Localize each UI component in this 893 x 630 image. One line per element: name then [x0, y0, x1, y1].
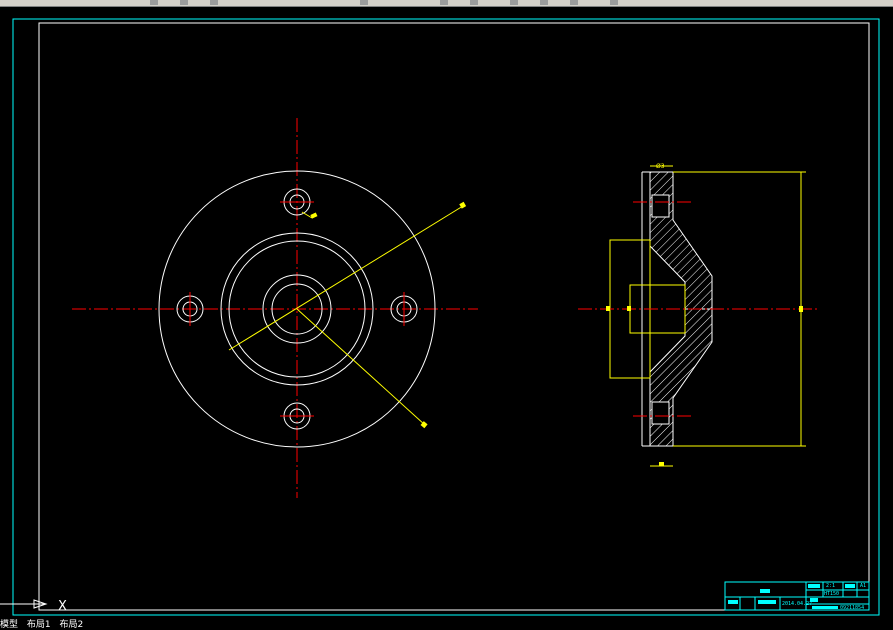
title-scale: 2:1 — [826, 583, 835, 589]
section-bolt-gap-top — [651, 194, 670, 218]
title-number: 09211854 — [840, 605, 864, 611]
title-sheet: A1 — [860, 583, 866, 589]
section-bolt-gap-bottom — [651, 401, 670, 425]
toolbar-icon[interactable] — [470, 0, 478, 5]
section-hatch-lower — [649, 308, 713, 447]
section-centerlines — [578, 201, 820, 417]
diameter-leader-2 — [296, 308, 426, 426]
toolbar-icon[interactable] — [440, 0, 448, 5]
toolbar-icon[interactable] — [150, 0, 158, 5]
drawing-canvas[interactable]: Ø3 2:1 A1 HT150 2014.04.27 09211854 X — [0, 6, 893, 620]
toolbar-icon[interactable] — [510, 0, 518, 5]
ucs-axis-label: X — [58, 599, 67, 614]
toolbar-icon[interactable] — [540, 0, 548, 5]
title-block[interactable]: 2:1 A1 HT150 2014.04.27 09211854 — [724, 581, 870, 611]
inner-frame — [38, 22, 870, 611]
toolbar-icon[interactable] — [570, 0, 578, 5]
title-material: HT150 — [824, 591, 839, 597]
section-top-dim-label: Ø3 — [656, 163, 665, 170]
section-view[interactable]: Ø3 — [578, 163, 820, 467]
layout-tab-bar: 模型 布局1 布局2 — [0, 620, 893, 630]
toolbar-icon[interactable] — [360, 0, 368, 5]
tab-layout1[interactable]: 布局1 — [27, 620, 51, 630]
tab-layout2[interactable]: 布局2 — [60, 620, 84, 630]
toolbar-icon[interactable] — [210, 0, 218, 5]
toolbar-icon[interactable] — [610, 0, 618, 5]
front-view[interactable] — [72, 118, 478, 498]
tab-model[interactable]: 模型 — [0, 620, 18, 630]
diameter-leader-1 — [228, 205, 464, 351]
title-date: 2014.04.27 — [782, 601, 812, 607]
outer-frame — [12, 18, 880, 616]
ucs-icon: X — [0, 599, 67, 614]
toolbar-icon[interactable] — [180, 0, 188, 5]
section-hatch-upper — [649, 171, 713, 310]
front-dim-arrows — [310, 201, 467, 429]
